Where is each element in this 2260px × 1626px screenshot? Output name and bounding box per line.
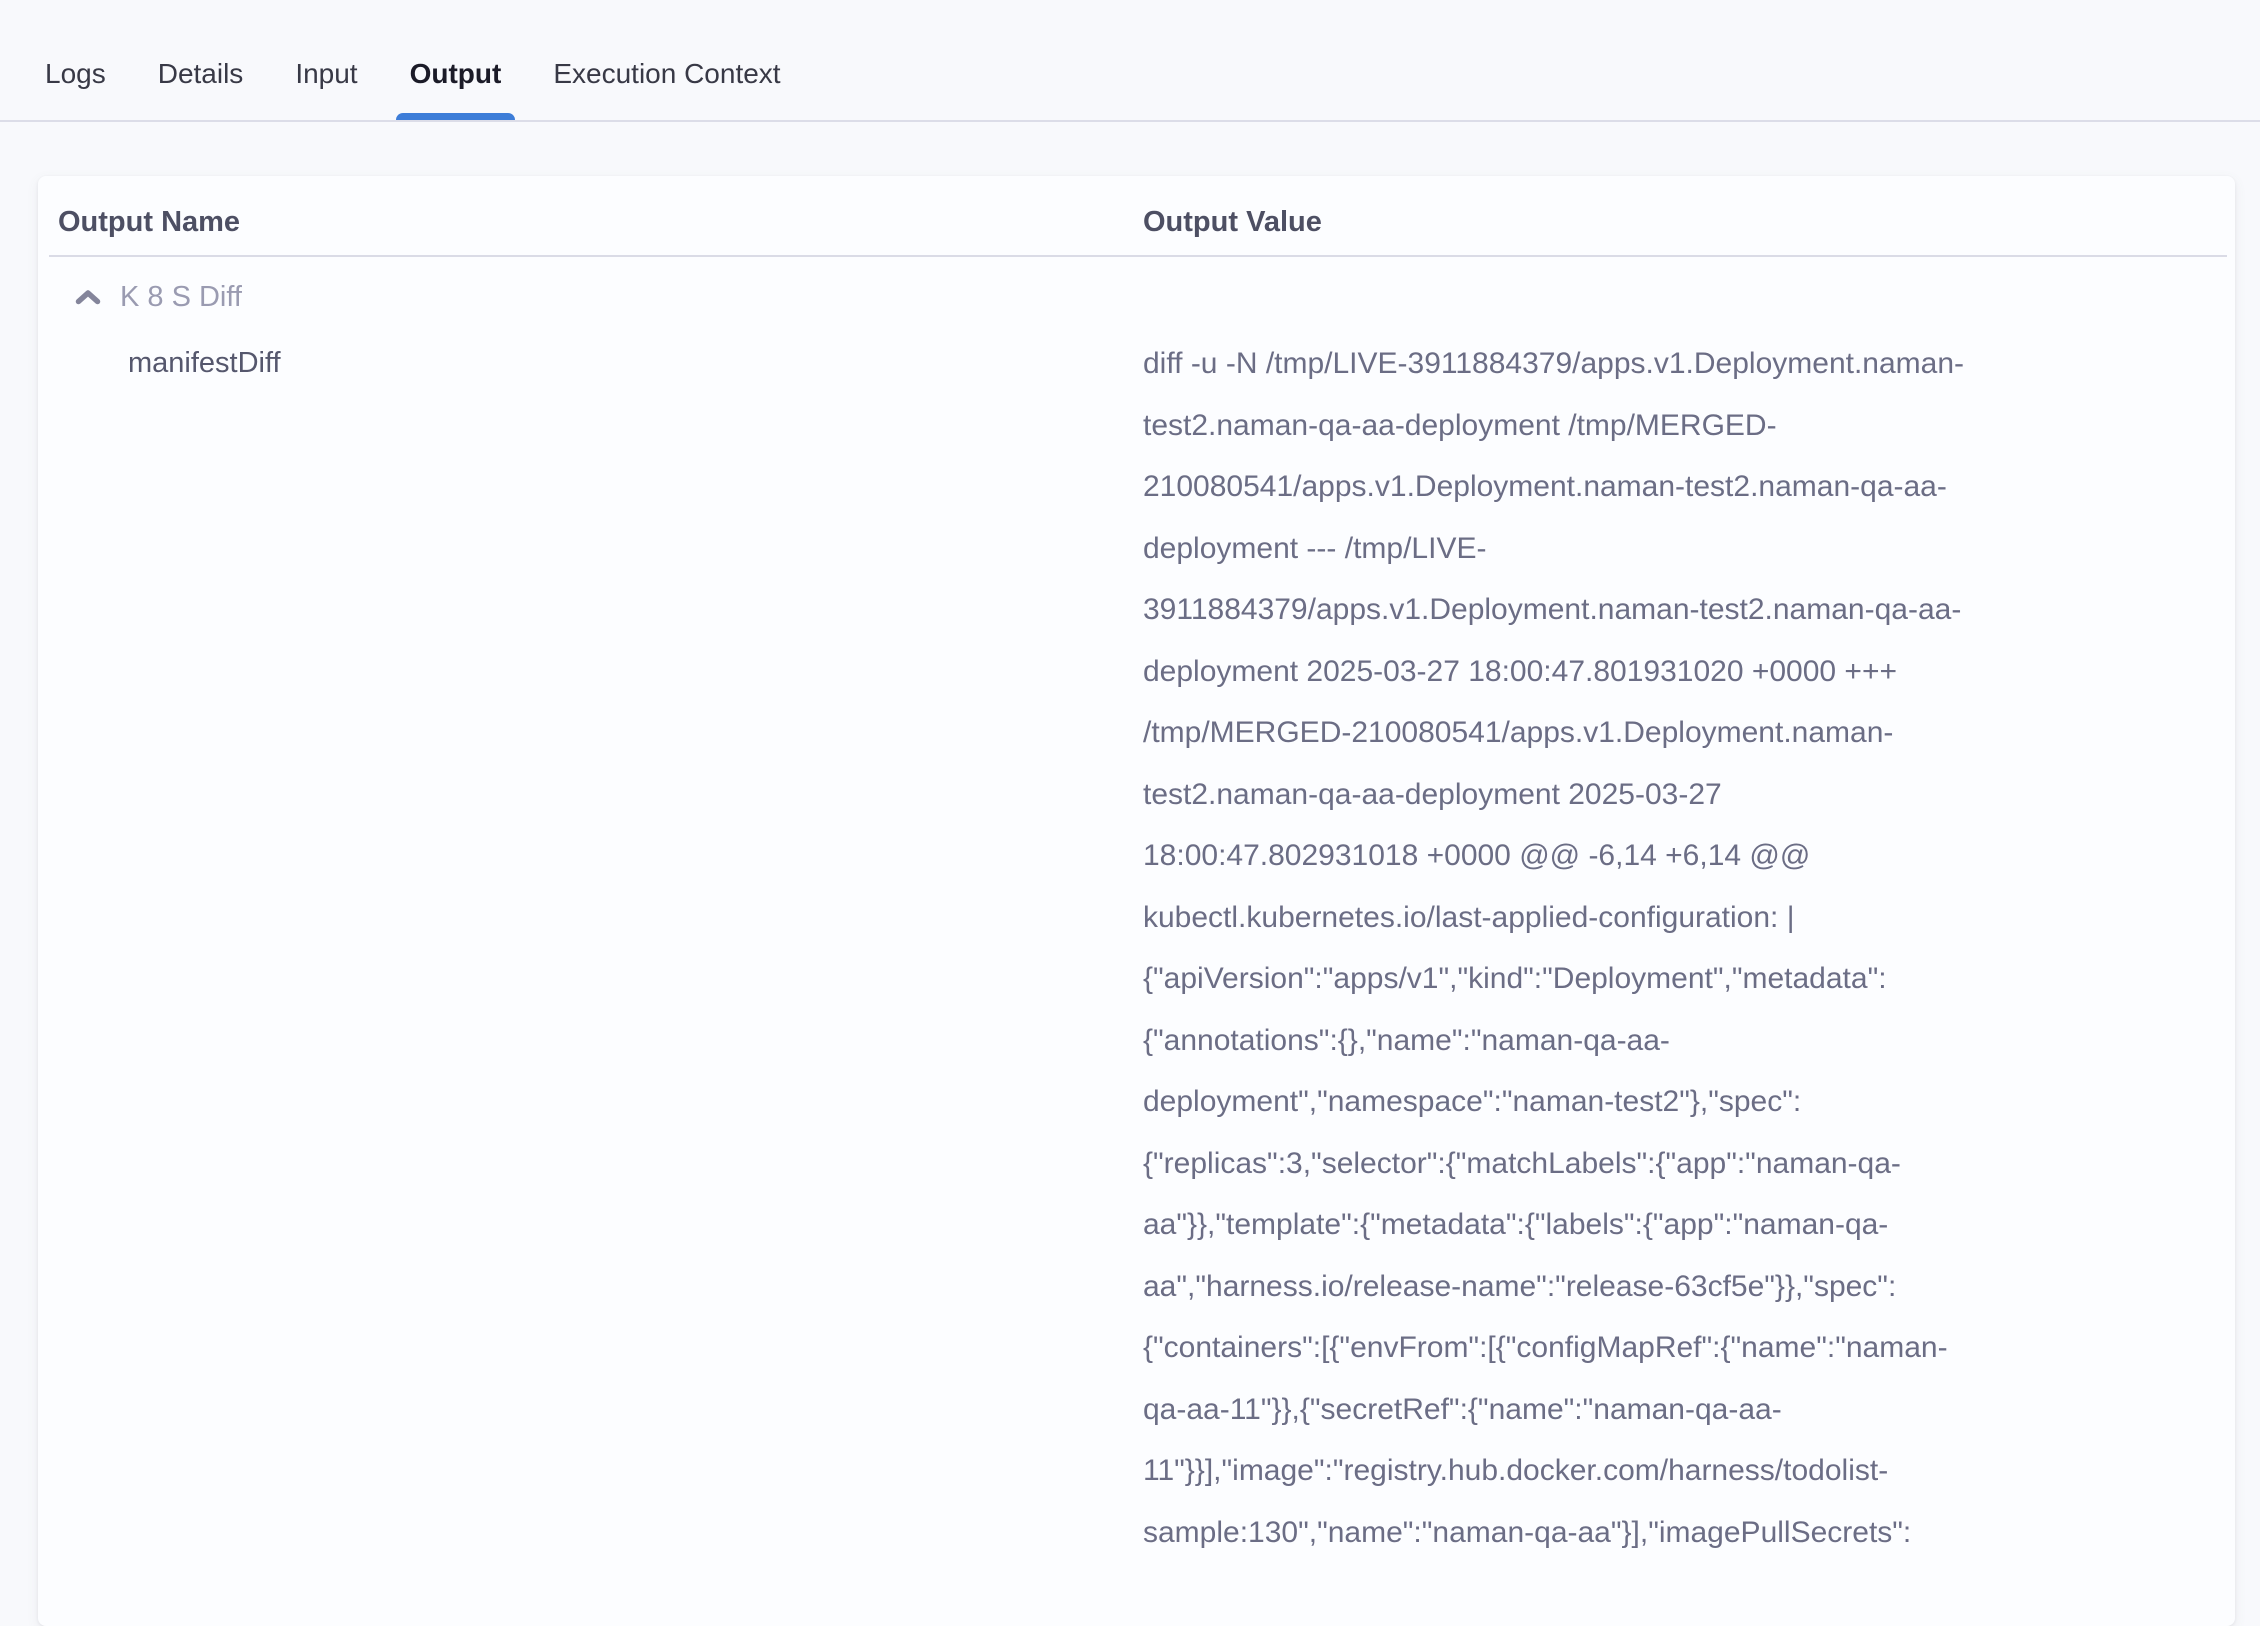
chevron-up-icon — [75, 289, 101, 305]
output-value-line: deployment","namespace":"naman-test2"},"… — [1143, 1071, 2215, 1133]
header-separator — [49, 255, 2227, 257]
tab-input[interactable]: Input — [295, 28, 357, 120]
output-value-line: test2.naman-qa-aa-deployment 2025-03-27 — [1143, 764, 2215, 826]
tab-output[interactable]: Output — [410, 28, 502, 120]
tab-details[interactable]: Details — [158, 28, 244, 120]
output-value-line: kubectl.kubernetes.io/last-applied-confi… — [1143, 887, 2215, 949]
step-details-tabbar: Logs Details Input Output Execution Cont… — [0, 0, 2260, 122]
output-name-cell: manifestDiff — [58, 333, 1143, 395]
output-value-line: 11"}}],"image":"registry.hub.docker.com/… — [1143, 1440, 2215, 1502]
tab-logs[interactable]: Logs — [45, 28, 106, 120]
output-value-line: 18:00:47.802931018 +0000 @@ -6,14 +6,14 … — [1143, 825, 2215, 887]
output-value-line: 3911884379/apps.v1.Deployment.naman-test… — [1143, 579, 2215, 641]
output-value-line: 210080541/apps.v1.Deployment.naman-test2… — [1143, 456, 2215, 518]
output-value-line: sample:130","name":"naman-qa-aa"}],"imag… — [1143, 1502, 2215, 1564]
output-value-line: deployment 2025-03-27 18:00:47.801931020… — [1143, 641, 2215, 703]
output-value-line: {"replicas":3,"selector":{"matchLabels":… — [1143, 1133, 2215, 1195]
output-value-line: /tmp/MERGED-210080541/apps.v1.Deployment… — [1143, 702, 2215, 764]
column-header-output-value: Output Value — [1143, 206, 2215, 239]
output-value-line: {"annotations":{},"name":"naman-qa-aa- — [1143, 1010, 2215, 1072]
collapse-group-button[interactable] — [75, 289, 101, 305]
output-value-line: test2.naman-qa-aa-deployment /tmp/MERGED… — [1143, 395, 2215, 457]
output-panel: Output Name Output Value K 8 S Diff mani… — [38, 176, 2235, 1626]
output-table-header: Output Name Output Value — [58, 206, 2215, 255]
output-value-line: {"apiVersion":"apps/v1","kind":"Deployme… — [1143, 948, 2215, 1010]
output-value-line: deployment --- /tmp/LIVE- — [1143, 518, 2215, 580]
output-value-line: aa","harness.io/release-name":"release-6… — [1143, 1256, 2215, 1318]
column-header-output-name: Output Name — [58, 206, 1143, 239]
output-group-row[interactable]: K 8 S Diff — [58, 279, 2215, 315]
output-value-line: diff -u -N /tmp/LIVE-3911884379/apps.v1.… — [1143, 333, 2215, 395]
group-label: K 8 S Diff — [120, 281, 242, 314]
output-value-line: {"containers":[{"envFrom":[{"configMapRe… — [1143, 1317, 2215, 1379]
output-value-line: aa"}},"template":{"metadata":{"labels":{… — [1143, 1194, 2215, 1256]
output-value-line: qa-aa-11"}},{"secretRef":{"name":"naman-… — [1143, 1379, 2215, 1441]
output-value-cell: diff -u -N /tmp/LIVE-3911884379/apps.v1.… — [1143, 333, 2215, 1563]
table-row: manifestDiff diff -u -N /tmp/LIVE-391188… — [58, 333, 2215, 1563]
tab-execution-context[interactable]: Execution Context — [553, 28, 780, 120]
